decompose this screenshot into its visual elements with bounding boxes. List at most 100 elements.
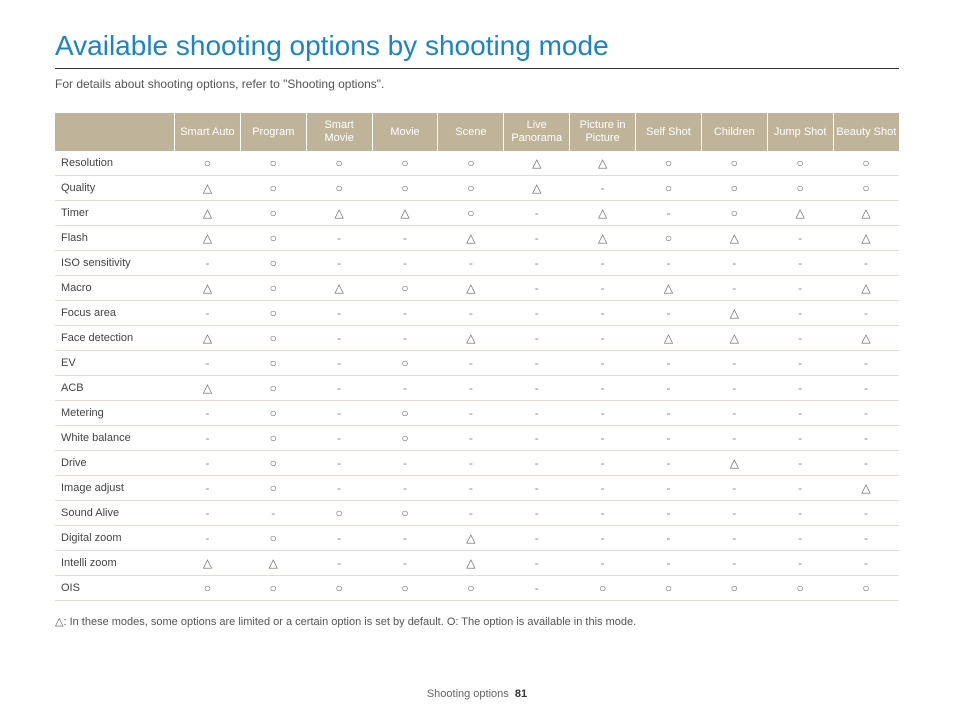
cell (833, 201, 899, 226)
cell (504, 376, 570, 401)
dash-icon (403, 481, 407, 495)
dash-icon (601, 306, 605, 320)
triangle-icon (466, 531, 475, 545)
cell (306, 451, 372, 476)
cell (240, 276, 306, 301)
circle-icon (270, 231, 277, 245)
dash-icon (535, 381, 539, 395)
triangle-icon (861, 331, 870, 345)
cell (240, 351, 306, 376)
dash-icon (535, 406, 539, 420)
cell (636, 151, 702, 176)
cell (438, 526, 504, 551)
cell (175, 551, 241, 576)
dash-icon (732, 256, 736, 270)
cell (767, 426, 833, 451)
cell (570, 576, 636, 601)
dash-icon (798, 556, 802, 570)
dash-icon (732, 556, 736, 570)
cell (175, 251, 241, 276)
triangle-icon (730, 306, 739, 320)
cell (438, 301, 504, 326)
triangle-icon (466, 331, 475, 345)
cell (833, 551, 899, 576)
dash-icon (469, 406, 473, 420)
cell (372, 251, 438, 276)
cell (570, 401, 636, 426)
table-row: Drive (55, 451, 899, 476)
cell (570, 226, 636, 251)
circle-icon (270, 206, 277, 220)
cell (372, 476, 438, 501)
dash-icon (864, 356, 868, 370)
cell (833, 526, 899, 551)
cell (306, 551, 372, 576)
circle-icon (665, 581, 672, 595)
circle-icon (270, 156, 277, 170)
row-label: Metering (55, 401, 175, 426)
dash-icon (601, 456, 605, 470)
triangle-icon (203, 381, 212, 395)
circle-icon (665, 156, 672, 170)
cell (767, 251, 833, 276)
row-label: Focus area (55, 301, 175, 326)
cell (240, 251, 306, 276)
cell (636, 226, 702, 251)
cell (767, 551, 833, 576)
dash-icon (798, 481, 802, 495)
circle-icon (401, 406, 408, 420)
cell (701, 226, 767, 251)
triangle-icon (664, 281, 673, 295)
dash-icon (798, 506, 802, 520)
dash-icon (864, 456, 868, 470)
triangle-icon (203, 231, 212, 245)
cell (833, 476, 899, 501)
cell (701, 476, 767, 501)
dash-icon (535, 281, 539, 295)
cell (833, 151, 899, 176)
cell (833, 401, 899, 426)
triangle-icon (400, 206, 409, 220)
cell (767, 501, 833, 526)
cell (438, 476, 504, 501)
page-title: Available shooting options by shooting m… (55, 30, 899, 69)
cell (767, 376, 833, 401)
circle-icon (467, 206, 474, 220)
row-label: ISO sensitivity (55, 251, 175, 276)
cell (175, 201, 241, 226)
triangle-icon (598, 206, 607, 220)
cell (438, 376, 504, 401)
cell (438, 551, 504, 576)
cell (701, 426, 767, 451)
cell (504, 576, 570, 601)
dash-icon (205, 406, 209, 420)
cell (306, 201, 372, 226)
row-label: Drive (55, 451, 175, 476)
cell (701, 501, 767, 526)
dash-icon (337, 556, 341, 570)
triangle-icon (861, 206, 870, 220)
cell (175, 176, 241, 201)
cell (438, 351, 504, 376)
dash-icon (469, 306, 473, 320)
cell (833, 326, 899, 351)
cell (240, 176, 306, 201)
cell (636, 301, 702, 326)
cell (570, 151, 636, 176)
cell (767, 476, 833, 501)
cell (240, 551, 306, 576)
dash-icon (403, 306, 407, 320)
cell (240, 401, 306, 426)
cell (833, 576, 899, 601)
cell (306, 176, 372, 201)
dash-icon (798, 281, 802, 295)
triangle-icon (203, 331, 212, 345)
table-row: Resolution (55, 151, 899, 176)
dash-icon (535, 456, 539, 470)
circle-icon (665, 181, 672, 195)
dash-icon (666, 481, 670, 495)
circle-icon (599, 581, 606, 595)
dash-icon (271, 506, 275, 520)
row-label: Quality (55, 176, 175, 201)
dash-icon (732, 406, 736, 420)
